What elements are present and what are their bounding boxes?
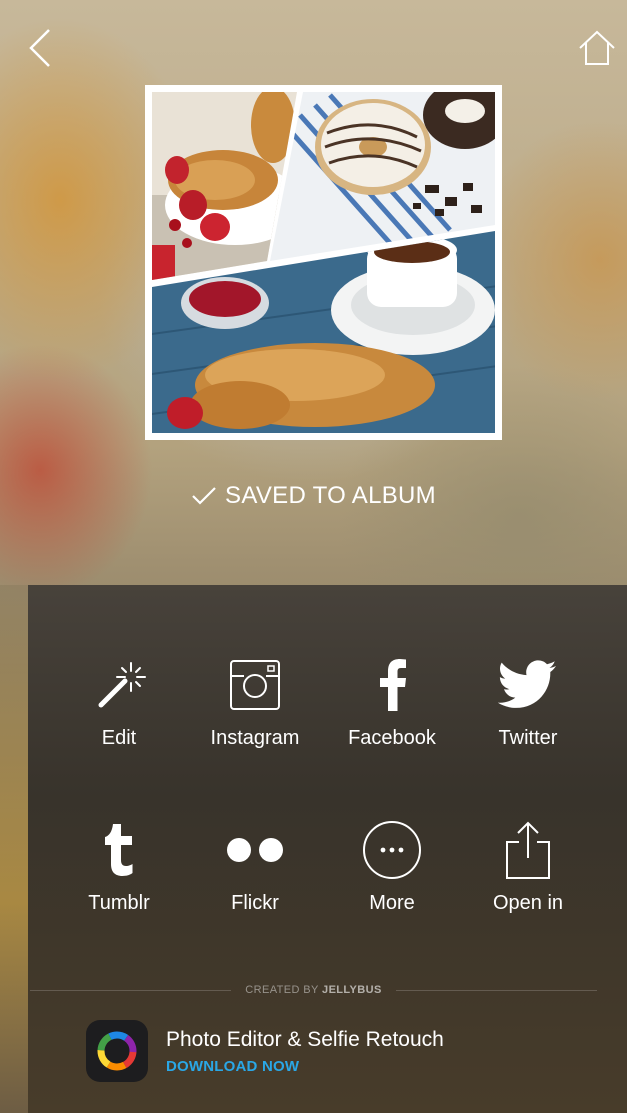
app-icon[interactable] <box>86 1020 148 1082</box>
share-tumblr-label: Tumblr <box>88 892 150 914</box>
home-icon <box>579 30 615 65</box>
credit-brand[interactable]: JELLYBUS <box>322 984 382 996</box>
share-twitter-label: Twitter <box>498 727 558 749</box>
credit-prefix: CREATED BY <box>245 984 319 996</box>
home-button[interactable] <box>575 26 619 70</box>
background-edge <box>0 585 28 1113</box>
share-edit-label: Edit <box>101 727 137 749</box>
share-more-label: More <box>369 892 415 914</box>
share-more-button[interactable]: More <box>322 818 462 915</box>
color-ring-icon <box>97 1031 137 1071</box>
share-open-in-button[interactable]: Open in <box>458 818 598 915</box>
share-twitter-button[interactable]: Twitter <box>458 653 598 750</box>
share-edit-button[interactable]: Edit <box>49 653 189 750</box>
share-flickr-button[interactable]: Flickr <box>185 818 325 915</box>
share-open-in-label: Open in <box>492 892 564 914</box>
divider <box>30 989 232 991</box>
flickr-icon <box>227 838 283 862</box>
photo-collage <box>145 85 502 440</box>
share-facebook-button[interactable]: Facebook <box>322 653 462 750</box>
magic-wand-icon <box>98 662 146 708</box>
share-instagram-button[interactable]: Instagram <box>185 653 325 750</box>
promo-title: Photo Editor & Selfie Retouch <box>166 1027 444 1051</box>
tumblr-icon <box>105 824 133 876</box>
promo-banner[interactable]: Photo Editor & Selfie Retouch DOWNLOAD N… <box>86 1020 444 1082</box>
instagram-icon <box>230 660 280 710</box>
facebook-icon <box>380 659 406 711</box>
saved-status: SAVED TO ALBUM <box>0 482 627 510</box>
divider <box>395 989 597 991</box>
credit-text: CREATED BY JELLYBUS <box>245 984 381 996</box>
share-facebook-label: Facebook <box>348 727 436 749</box>
more-icon <box>363 821 421 879</box>
twitter-icon <box>498 660 556 708</box>
share-icon <box>506 821 550 879</box>
share-flickr-label: Flickr <box>231 892 279 914</box>
share-instagram-label: Instagram <box>210 727 300 749</box>
chevron-left-icon <box>29 29 50 67</box>
back-button[interactable] <box>18 26 62 70</box>
credit-row: CREATED BY JELLYBUS <box>30 980 597 1000</box>
saved-text: SAVED TO ALBUM <box>225 482 436 509</box>
share-tumblr-button[interactable]: Tumblr <box>49 818 189 915</box>
download-now-link[interactable]: DOWNLOAD NOW <box>166 1058 444 1075</box>
checkmark-icon <box>192 487 216 505</box>
